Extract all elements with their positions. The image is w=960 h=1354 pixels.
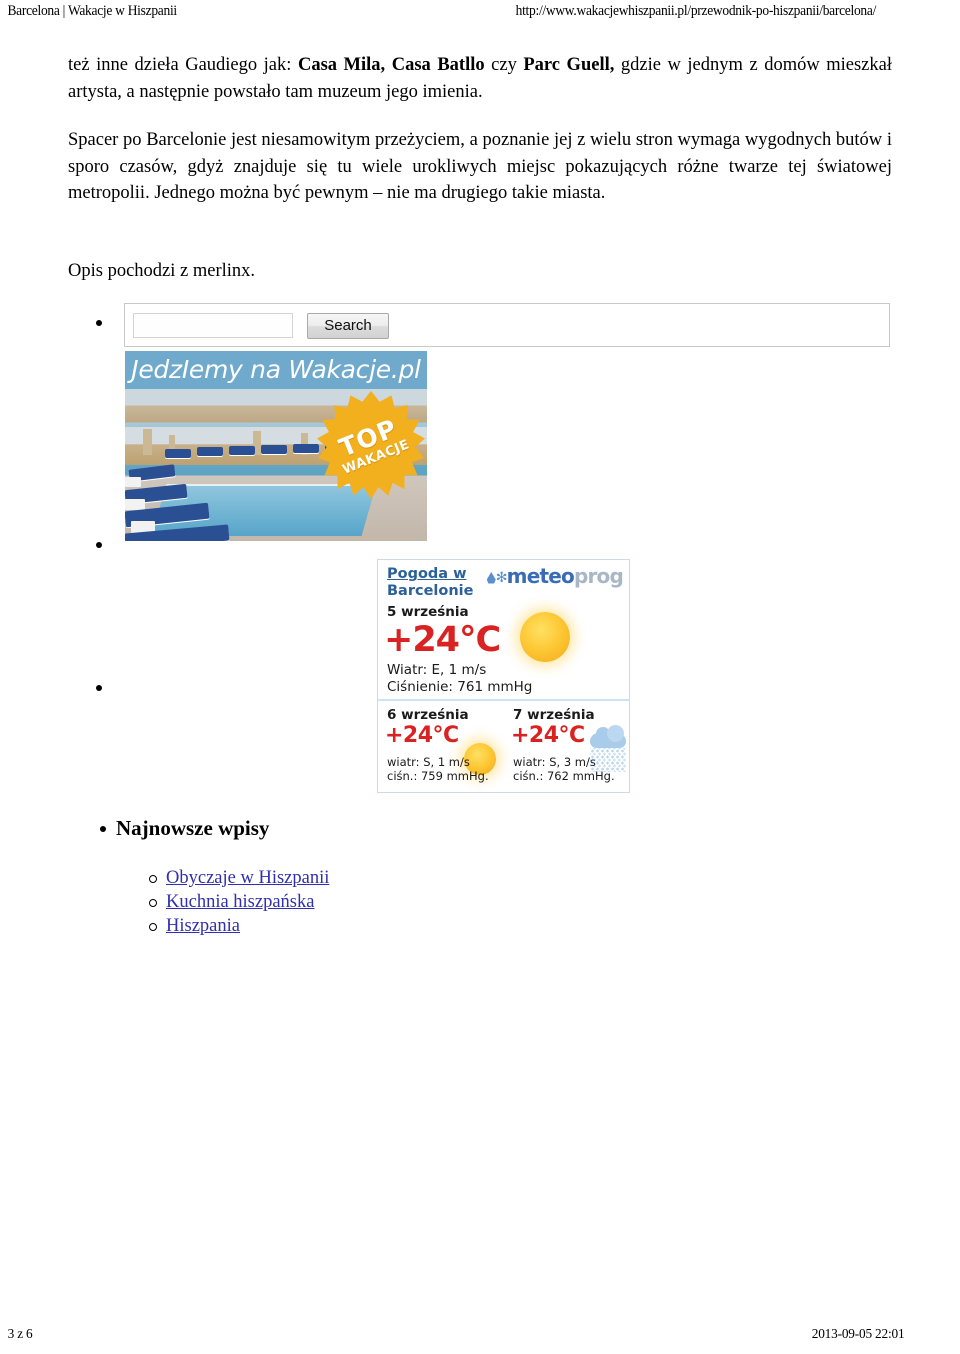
- list-item: Obyczaje w Hiszpanii: [148, 866, 329, 890]
- lounger: [293, 444, 319, 453]
- lounger: [165, 449, 191, 458]
- print-header-title: Barcelona | Wakacje w Hiszpanii: [7, 3, 177, 19]
- list-item: Hiszpania: [148, 914, 329, 938]
- forecast-date: 6 września: [387, 707, 469, 723]
- forecast-temperature: +24°C: [385, 723, 459, 748]
- heading-bullet: [100, 826, 106, 832]
- search-button[interactable]: Search: [307, 313, 389, 339]
- lounger-frame: [125, 477, 141, 487]
- lounger-frame: [125, 499, 145, 510]
- forecast-temperature: +24°C: [511, 723, 585, 748]
- latest-post-link-0[interactable]: Obyczaje w Hiszpanii: [166, 868, 329, 888]
- latest-post-link-2[interactable]: Hiszpania: [166, 916, 240, 936]
- article-source-note: Opis pochodzi z merlinx.: [68, 261, 256, 281]
- weather-widget: ✻meteoprog Pogoda w Barcelonie 5 wrześni…: [377, 559, 630, 793]
- logo-prog: prog: [573, 564, 624, 588]
- weather-today-panel: ✻meteoprog Pogoda w Barcelonie 5 wrześni…: [377, 559, 630, 699]
- latest-posts-heading-label: Najnowsze wpisy: [116, 816, 270, 840]
- paragraph1-mid: czy: [484, 55, 524, 75]
- article-paragraph-2: Spacer po Barcelonie jest niesamowitym p…: [68, 130, 892, 203]
- forecast-wind: wiatr: S, 3 m/s: [513, 755, 596, 769]
- snowflake-icon: ✻: [495, 570, 508, 586]
- tower-icon: [143, 429, 152, 455]
- latest-post-link-1[interactable]: Kuchnia hiszpańska: [166, 892, 314, 912]
- weather-title-line-2: Barcelonie: [387, 583, 474, 599]
- widget-bullet-search: [96, 320, 102, 326]
- forecast-pressure: ciśn.: 762 mmHg.: [513, 769, 615, 783]
- banner-ad[interactable]: JedzIemy na Wakacje.pl TOP WAKACJE: [125, 351, 427, 541]
- widget-bullet-banner: [96, 542, 102, 548]
- weather-today-wind: Wiatr: E, 1 m/s: [387, 662, 487, 678]
- weather-title-line-1: Pogoda w: [387, 566, 467, 582]
- forecast-day-0: 6 września +24°C wiatr: S, 1 m/s ciśn.: …: [378, 701, 504, 793]
- forecast-day-1: 7 września +24°C wiatr: S, 3 m/s ciśn.: …: [504, 701, 630, 793]
- forecast-wind: wiatr: S, 1 m/s: [387, 755, 470, 769]
- article-body: też inne dzieła Gaudiego jak: Casa Mila,…: [68, 52, 892, 207]
- sun-icon: [520, 612, 570, 662]
- weather-today-date: 5 września: [387, 604, 469, 620]
- paragraph1-bold-1: Casa Mila, Casa Batllo: [297, 55, 485, 75]
- forecast-date: 7 września: [513, 707, 595, 723]
- banner-brand-text: JedzIemy na Wakacje.pl: [125, 351, 427, 389]
- latest-posts-heading: Najnowsze wpisy: [100, 816, 270, 841]
- lounger: [261, 445, 287, 454]
- print-header: Barcelona | Wakacje w Hiszpanii http://w…: [0, 0, 893, 30]
- article-paragraph-1: też inne dzieła Gaudiego jak: Casa Mila,…: [68, 52, 892, 105]
- print-header-url: http://www.wakacjewhiszpanii.pl/przewodn…: [515, 3, 877, 19]
- print-footer-page: 3 z 6: [7, 1327, 33, 1342]
- forecast-pressure: ciśn.: 759 mmHg.: [387, 769, 489, 783]
- search-input[interactable]: [133, 313, 293, 338]
- water-droplet-icon: [486, 572, 496, 584]
- print-footer: 3 z 6 2013-09-05 22:01: [0, 1324, 912, 1346]
- paragraph1-bold-2: Parc Guell,: [523, 55, 615, 75]
- weather-title[interactable]: Pogoda w Barcelonie: [387, 566, 473, 600]
- weather-forecast-panel: 6 września +24°C wiatr: S, 1 m/s ciśn.: …: [377, 699, 630, 793]
- latest-posts-list: Obyczaje w Hiszpanii Kuchnia hiszpańska …: [148, 866, 329, 938]
- widget-bullet-weather: [96, 685, 102, 691]
- cloud-shape: [590, 725, 626, 748]
- list-item: Kuchnia hiszpańska: [148, 890, 329, 914]
- search-widget: Search: [124, 303, 890, 347]
- weather-today-temperature: +24°C: [384, 620, 501, 660]
- lounger: [229, 446, 255, 455]
- print-footer-timestamp: 2013-09-05 22:01: [811, 1327, 905, 1342]
- lounger: [197, 447, 223, 456]
- meteoprog-logo[interactable]: ✻meteoprog: [486, 564, 624, 588]
- weather-today-pressure: Ciśnienie: 761 mmHg: [387, 679, 533, 695]
- logo-meteo: meteo: [506, 564, 575, 588]
- paragraph1-lead: też inne dzieła Gaudiego jak:: [68, 55, 298, 75]
